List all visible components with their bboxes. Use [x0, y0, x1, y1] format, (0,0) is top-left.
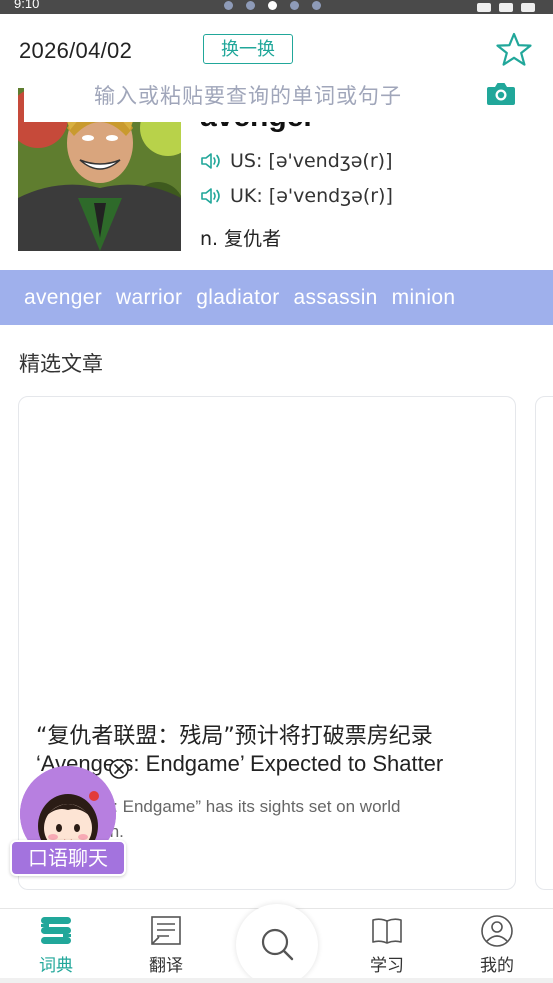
article-title-zh[interactable]: “复仇者联盟：残局”预计将打破票房纪录: [36, 718, 433, 750]
us-pronunciation-text: US: [ə'vendʒə(r)]: [230, 150, 393, 172]
favorite-star-icon[interactable]: [494, 32, 534, 68]
uk-pronunciation-text: UK: [ə'vendʒə(r)]: [230, 185, 393, 207]
bottom-nav: 词典 翻译 学习 我的: [0, 904, 553, 983]
nav-translate[interactable]: 翻译: [136, 915, 196, 981]
speaker-icon[interactable]: [200, 151, 222, 171]
nav-label: 学习: [370, 956, 404, 976]
page-indicator-dot: [312, 1, 321, 10]
refresh-button[interactable]: 换一换: [203, 34, 293, 64]
translate-icon: [151, 916, 181, 945]
status-bar: 9:10: [0, 0, 553, 14]
related-word[interactable]: avenger: [24, 286, 102, 310]
search-input-placeholder[interactable]: 输入或粘贴要查询的单词或句子: [94, 80, 402, 110]
nav-label: 我的: [480, 956, 514, 976]
related-word[interactable]: warrior: [116, 286, 182, 310]
nav-label: 翻译: [149, 956, 183, 976]
battery-icon: [521, 2, 535, 12]
oral-chat-label[interactable]: 口语聊天: [10, 840, 126, 876]
date-label: 2026/04/02: [19, 38, 133, 63]
speaker-icon[interactable]: [200, 186, 222, 206]
related-word[interactable]: assassin: [294, 286, 378, 310]
us-pronunciation[interactable]: US: [ə'vendʒə(r)]: [200, 150, 392, 172]
related-word[interactable]: minion: [392, 286, 456, 310]
status-icons: [477, 0, 535, 14]
section-title: 精选文章: [19, 352, 103, 376]
signal-icon: [499, 2, 513, 12]
nav-dictionary[interactable]: 词典: [26, 915, 86, 981]
search-button[interactable]: [236, 904, 318, 983]
user-icon: [481, 915, 513, 947]
nav-label: 词典: [39, 956, 73, 976]
word-definition: n. 复仇者: [200, 228, 282, 250]
page-indicator-dot: [268, 1, 277, 10]
status-time: 9:10: [14, 0, 40, 11]
article-card-next[interactable]: [535, 396, 553, 890]
page-indicator-dot: [224, 1, 233, 10]
camera-icon[interactable]: [486, 80, 516, 106]
nav-study[interactable]: 学习: [357, 915, 417, 981]
page-indicator-dot: [246, 1, 255, 10]
bottom-edge: [0, 978, 553, 983]
dictionary-icon: [41, 917, 71, 944]
related-word[interactable]: gladiator: [196, 286, 279, 310]
close-icon[interactable]: [108, 758, 130, 780]
related-words-bar: avenger warrior gladiator assassin minio…: [0, 270, 553, 325]
search-icon: [261, 928, 294, 961]
wifi-icon: [477, 2, 491, 12]
nav-profile[interactable]: 我的: [467, 915, 527, 981]
uk-pronunciation[interactable]: UK: [ə'vendʒə(r)]: [200, 185, 393, 207]
search-bar[interactable]: 输入或粘贴要查询的单词或句子: [24, 66, 530, 122]
page-indicator-dot: [290, 1, 299, 10]
book-icon: [372, 918, 402, 944]
oral-chat-float[interactable]: 口语聊天: [10, 759, 129, 880]
